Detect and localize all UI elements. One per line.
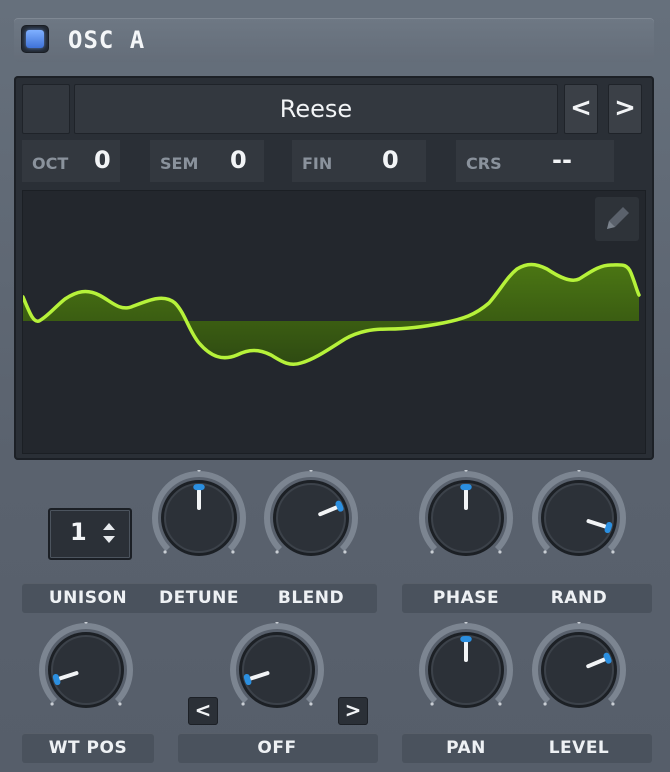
param-oct-value: 0 bbox=[94, 146, 111, 174]
knob-indicator bbox=[603, 652, 612, 664]
param-sem[interactable]: SEM 0 bbox=[150, 140, 264, 182]
waveform-view[interactable] bbox=[21, 190, 646, 454]
level-label: LEVEL bbox=[548, 738, 610, 758]
warp-mode-label[interactable]: OFF bbox=[229, 738, 325, 758]
knob-indicator bbox=[335, 500, 344, 512]
blend-label: BLEND bbox=[277, 588, 345, 608]
knob-tick bbox=[309, 702, 313, 706]
knob-blend[interactable] bbox=[263, 470, 359, 566]
knob-tick bbox=[543, 550, 547, 554]
knob-wt-pos[interactable] bbox=[38, 622, 134, 718]
knob-cap bbox=[276, 483, 346, 553]
wavetable-menu-button[interactable] bbox=[22, 84, 70, 134]
param-oct-label: OCT bbox=[32, 154, 69, 173]
knob-tick bbox=[430, 702, 434, 706]
param-fin[interactable]: FIN 0 bbox=[292, 140, 426, 182]
knob-rand-graphic bbox=[532, 470, 626, 556]
unison-value: 1 bbox=[70, 518, 87, 546]
unison-label: UNISON bbox=[48, 588, 128, 608]
unison-stepper[interactable]: 1 bbox=[48, 508, 132, 560]
knob-rand[interactable] bbox=[531, 470, 627, 566]
knob-tick bbox=[611, 550, 615, 554]
power-led-icon bbox=[26, 30, 44, 48]
knob-level-graphic bbox=[532, 622, 626, 708]
warp-next-button[interactable]: > bbox=[338, 697, 368, 725]
knob-indicator bbox=[243, 673, 252, 686]
pitch-params-row: OCT 0 SEM 0 FIN 0 CRS -- bbox=[22, 140, 644, 182]
knob-tick bbox=[241, 702, 245, 706]
knob-blend-graphic bbox=[264, 470, 358, 556]
wavetable-next-button[interactable]: > bbox=[608, 84, 642, 134]
knob-cap bbox=[544, 635, 614, 705]
param-oct[interactable]: OCT 0 bbox=[22, 140, 120, 182]
param-sem-label: SEM bbox=[160, 154, 199, 173]
edit-wavetable-button[interactable] bbox=[595, 197, 639, 241]
knob-indicator bbox=[52, 673, 61, 686]
up-down-arrows-icon bbox=[103, 523, 115, 543]
param-crs[interactable]: CRS -- bbox=[456, 140, 614, 182]
param-crs-value: -- bbox=[552, 146, 572, 174]
knob-pan-graphic bbox=[419, 622, 513, 708]
knob-tick bbox=[163, 550, 167, 554]
waveform-graph bbox=[21, 262, 641, 367]
knob-warp[interactable] bbox=[229, 622, 325, 718]
knob-detune-graphic bbox=[152, 470, 246, 556]
wt-pos-label: WT POS bbox=[48, 738, 128, 758]
knob-tick bbox=[231, 550, 235, 554]
knob-tick bbox=[275, 550, 279, 554]
param-fin-label: FIN bbox=[302, 154, 333, 173]
pan-label: PAN bbox=[446, 738, 486, 758]
wavetable-prev-button[interactable]: < bbox=[564, 84, 598, 134]
wavetable-name-box[interactable]: Reese bbox=[74, 84, 558, 134]
knob-tick bbox=[498, 550, 502, 554]
knob-warp-graphic bbox=[230, 622, 324, 708]
knob-tick bbox=[498, 702, 502, 706]
knob-cap bbox=[242, 635, 312, 705]
detune-label: DETUNE bbox=[159, 588, 239, 608]
knob-tick bbox=[611, 702, 615, 706]
osc-power-toggle[interactable] bbox=[22, 26, 48, 52]
wavetable-display: Reese < > OCT 0 SEM 0 FIN 0 CRS -- bbox=[14, 76, 654, 460]
knob-tick bbox=[430, 550, 434, 554]
param-fin-value: 0 bbox=[382, 146, 399, 174]
knob-detune[interactable] bbox=[151, 470, 247, 566]
knob-level[interactable] bbox=[531, 622, 627, 718]
warp-prev-button[interactable]: < bbox=[188, 697, 218, 725]
knob-pan[interactable] bbox=[418, 622, 514, 718]
osc-header: OSC A bbox=[14, 18, 654, 62]
knob-tick bbox=[343, 550, 347, 554]
knob-phase[interactable] bbox=[418, 470, 514, 566]
param-sem-value: 0 bbox=[230, 146, 247, 174]
knob-cap bbox=[544, 483, 614, 553]
knob-wt-pos-graphic bbox=[39, 622, 133, 708]
knob-tick bbox=[543, 702, 547, 706]
knob-tick bbox=[50, 702, 54, 706]
phase-label: PHASE bbox=[432, 588, 500, 608]
knob-tick bbox=[118, 702, 122, 706]
knob-indicator bbox=[604, 521, 613, 534]
wavetable-name: Reese bbox=[279, 95, 353, 123]
rand-label: RAND bbox=[550, 588, 608, 608]
param-crs-label: CRS bbox=[466, 154, 502, 173]
knob-cap bbox=[51, 635, 121, 705]
osc-title: OSC A bbox=[68, 26, 146, 54]
pencil-icon bbox=[607, 207, 629, 229]
knob-phase-graphic bbox=[419, 470, 513, 556]
